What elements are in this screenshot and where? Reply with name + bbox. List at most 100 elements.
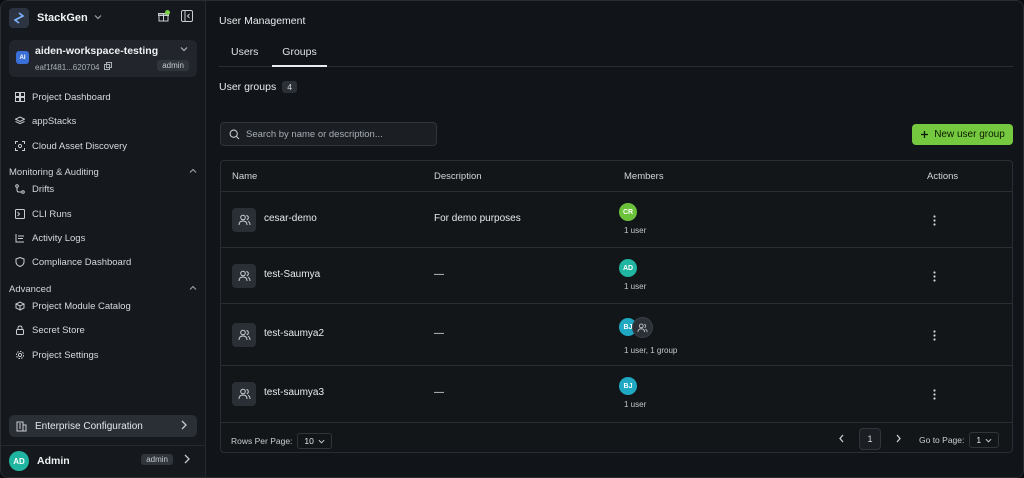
tab-users[interactable]: Users (231, 46, 258, 58)
section-monitoring[interactable]: Monitoring & Auditing (9, 167, 199, 178)
group-description: — (434, 269, 444, 280)
nav-activity-logs[interactable]: Activity Logs (15, 230, 85, 246)
avatar: CR (619, 203, 637, 221)
go-to-page: Go to Page: 1 (919, 432, 1000, 448)
rows-per-page: Rows Per Page: 10 (231, 433, 332, 449)
page-number-button[interactable]: 1 (859, 428, 881, 450)
copy-icon[interactable] (103, 62, 112, 72)
shield-icon (15, 257, 25, 267)
group-description: For demo purposes (434, 213, 521, 224)
collapse-sidebar-icon[interactable] (181, 10, 193, 25)
building-icon (16, 421, 27, 431)
workspace-name: aiden-workspace-testing (35, 45, 159, 57)
nav-label: Activity Logs (32, 232, 86, 244)
nav-cloud-asset-discovery[interactable]: Cloud Asset Discovery (15, 138, 127, 154)
user-name: Admin (37, 455, 70, 467)
layers-icon (15, 116, 25, 125)
nav-compliance-dashboard[interactable]: Compliance Dashboard (15, 254, 131, 270)
members-count: 1 user (624, 400, 647, 409)
workspace-id: eaf1f481...620704 (35, 62, 100, 72)
gift-icon[interactable] (158, 9, 170, 25)
group-icon (232, 264, 256, 288)
workspace-switcher[interactable]: AI aiden-workspace-testing eaf1f481...62… (9, 40, 197, 77)
section-title: User groups (219, 81, 277, 93)
avatar: BJ (619, 377, 637, 395)
notification-dot (165, 9, 170, 15)
previous-page-button[interactable] (838, 434, 845, 445)
chevron-left-icon (839, 434, 844, 442)
members-count: 1 user (624, 282, 647, 291)
workspace-badge: AI (16, 51, 29, 64)
chevron-up-icon (189, 167, 197, 177)
group-name[interactable]: test-Saumya (264, 269, 320, 280)
nav-project-module-catalog[interactable]: Project Module Catalog (15, 298, 131, 314)
user-menu[interactable]: AD Admin admin (9, 450, 199, 472)
page-title: User Management (219, 15, 306, 27)
search-box[interactable] (220, 122, 437, 146)
table-row[interactable]: test-saumya2 — BJ 1 user, 1 group (221, 304, 1012, 366)
terminal-icon (15, 209, 25, 219)
nav-project-settings[interactable]: Project Settings (15, 347, 99, 363)
chevron-down-icon (94, 13, 102, 24)
enterprise-configuration-button[interactable]: Enterprise Configuration (9, 415, 197, 437)
group-name[interactable]: test-saumya2 (264, 328, 324, 339)
table-row[interactable]: test-saumya3 — BJ 1 user (221, 366, 1012, 423)
go-to-page-label: Go to Page: (919, 435, 965, 445)
next-page-button[interactable] (895, 434, 902, 445)
more-actions-icon[interactable] (927, 268, 941, 284)
enterprise-label: Enterprise Configuration (35, 420, 143, 432)
pagination: 1 (838, 428, 902, 450)
chevron-down-icon (180, 45, 188, 56)
column-header-actions: Actions (927, 171, 959, 182)
rows-per-page-select[interactable]: 10 (297, 433, 332, 449)
more-actions-icon[interactable] (927, 212, 941, 228)
more-actions-icon[interactable] (927, 327, 941, 343)
group-count-badge: 4 (282, 81, 297, 93)
avatar: AD (9, 451, 29, 471)
catalog-icon (15, 301, 25, 311)
group-name[interactable]: cesar-demo (264, 213, 317, 224)
new-user-group-button[interactable]: New user group (912, 124, 1013, 145)
nav-project-dashboard[interactable]: Project Dashboard (15, 89, 111, 105)
table-header: Name Description Members Actions (221, 161, 1012, 192)
nav-drifts[interactable]: Drifts (15, 181, 54, 197)
nav-label: Project Settings (32, 349, 99, 361)
group-description: — (434, 387, 444, 398)
group-icon (232, 323, 256, 347)
nav-label: CLI Runs (32, 208, 72, 220)
group-avatar-icon (632, 317, 653, 338)
scan-icon (15, 141, 25, 151)
lock-icon (16, 325, 24, 335)
nav-cli-runs[interactable]: CLI Runs (15, 206, 72, 222)
brand-switcher[interactable]: StackGen (9, 8, 102, 28)
main-content: User Management Users Groups User groups… (207, 1, 1023, 477)
section-advanced[interactable]: Advanced (9, 284, 199, 295)
nav-label: Project Module Catalog (32, 300, 131, 312)
table-row[interactable]: test-Saumya — AD 1 user (221, 248, 1012, 304)
search-input[interactable] (246, 128, 426, 140)
user-role-badge: admin (141, 454, 173, 465)
members-count: 1 user, 1 group (624, 346, 678, 355)
tab-groups[interactable]: Groups (272, 46, 327, 58)
go-to-page-select[interactable]: 1 (969, 432, 1000, 448)
brand-name: StackGen (37, 12, 88, 24)
chevron-up-icon (189, 284, 197, 294)
group-name[interactable]: test-saumya3 (264, 387, 324, 398)
workspace-role-badge: admin (157, 60, 189, 71)
nav-label: Cloud Asset Discovery (32, 140, 128, 152)
table-row[interactable]: cesar-demo For demo purposes CR 1 user (221, 192, 1012, 248)
active-tab-indicator (272, 65, 327, 67)
chevron-right-icon (183, 454, 191, 467)
gear-icon (15, 350, 25, 360)
column-header-members: Members (624, 171, 664, 182)
group-icon (232, 208, 256, 232)
nav-appstacks[interactable]: appStacks (15, 113, 76, 129)
tab-bar: Users Groups (219, 41, 1013, 67)
more-actions-icon[interactable] (927, 386, 941, 402)
nav-label: Project Dashboard (32, 91, 111, 103)
section-title: Monitoring & Auditing (9, 167, 99, 178)
app-window: StackGen AI aiden-workspace-testing eaf1… (0, 0, 1024, 478)
logs-icon (15, 234, 24, 243)
members-count: 1 user (624, 226, 647, 235)
nav-secret-store[interactable]: Secret Store (15, 322, 85, 338)
